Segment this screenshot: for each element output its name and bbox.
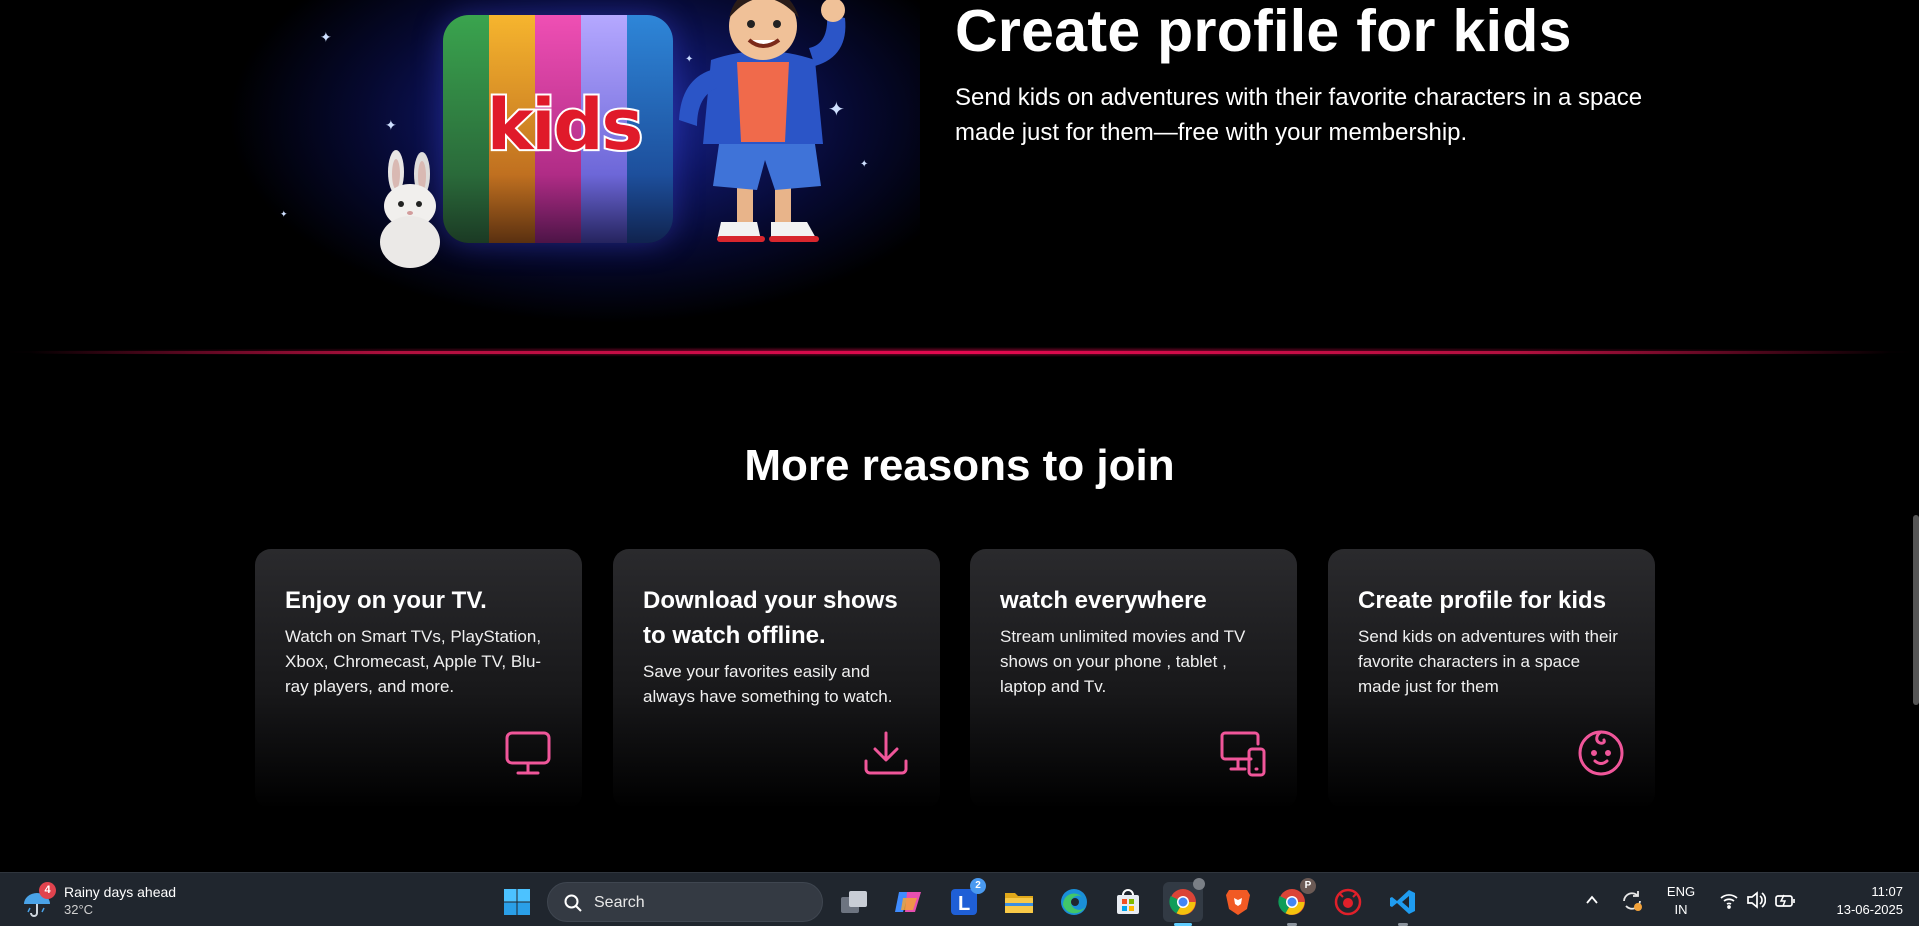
copilot-icon bbox=[895, 892, 921, 912]
windows-taskbar: 4 Rainy days ahead 32°C Search L 2 P ENG… bbox=[0, 872, 1919, 926]
page-scrollbar-thumb[interactable] bbox=[1913, 515, 1919, 705]
copilot-app[interactable] bbox=[888, 882, 928, 922]
notification-badge: 2 bbox=[970, 878, 986, 894]
system-clock[interactable]: 11:07 13-06-2025 bbox=[1808, 883, 1904, 919]
chrome-profile-app[interactable]: P bbox=[1272, 878, 1316, 926]
reason-card-title: Enjoy on your TV. bbox=[285, 587, 487, 614]
chevron-up-icon[interactable] bbox=[1585, 893, 1599, 907]
task-view-button[interactable] bbox=[834, 882, 874, 922]
profile-badge: P bbox=[1300, 878, 1316, 894]
bunny-character bbox=[380, 150, 440, 268]
baby-face-icon bbox=[1578, 730, 1624, 776]
brave-icon bbox=[1226, 890, 1250, 915]
chrome-app[interactable] bbox=[1163, 878, 1205, 926]
search-icon bbox=[564, 894, 582, 912]
reason-card-tv: Enjoy on your TV. Watch on Smart TVs, Pl… bbox=[255, 549, 582, 809]
wifi-icon[interactable] bbox=[1719, 891, 1739, 909]
vscode-icon bbox=[1390, 890, 1415, 914]
language-indicator[interactable]: ENG IN bbox=[1664, 883, 1698, 919]
reason-card-title: watch everywhere bbox=[1000, 587, 1207, 614]
file-explorer-app[interactable] bbox=[999, 882, 1039, 922]
folder-icon bbox=[1005, 893, 1033, 913]
battery-icon[interactable] bbox=[1774, 891, 1796, 909]
reason-card-title: Create profile for kids bbox=[1358, 587, 1607, 614]
reason-card-title: Download your shows to watch offline. bbox=[643, 587, 898, 649]
store-icon bbox=[1117, 889, 1139, 914]
chrome-status-dot bbox=[1193, 878, 1205, 890]
reason-card-everywhere: watch everywhere Stream unlimited movies… bbox=[970, 549, 1297, 809]
svg-text:L: L bbox=[958, 893, 970, 915]
sync-icon[interactable] bbox=[1620, 889, 1644, 913]
reason-card-text: Save your favorites easily and always ha… bbox=[643, 662, 893, 706]
windows-logo-icon bbox=[504, 889, 530, 915]
edge-app[interactable] bbox=[1054, 882, 1094, 922]
weather-title: Rainy days ahead bbox=[64, 884, 177, 900]
download-icon bbox=[864, 731, 908, 775]
store-app[interactable] bbox=[1108, 882, 1148, 922]
reason-card-text: Watch on Smart TVs, PlayStation, Xbox, C… bbox=[285, 627, 542, 696]
clock-date: 13-06-2025 bbox=[1836, 902, 1904, 917]
kids-hero-image: ✦ ✦ ✦ ✦ ✦ ✦ ✦ kids bbox=[230, 0, 920, 340]
kids-logo-text: kids bbox=[485, 83, 645, 167]
chrome-icon bbox=[1169, 889, 1196, 915]
language-code: ENG bbox=[1666, 884, 1696, 899]
reason-card-kids: Create profile for kids Send kids on adv… bbox=[1328, 549, 1655, 809]
hero-title: Create profile for kids bbox=[955, 0, 1572, 64]
weather-widget[interactable]: 4 Rainy days ahead 32°C bbox=[20, 882, 220, 920]
brave-app[interactable] bbox=[1218, 882, 1258, 922]
edge-icon bbox=[1061, 889, 1087, 915]
boy-character bbox=[679, 0, 846, 242]
l-app[interactable]: L 2 bbox=[944, 878, 986, 922]
devices-icon bbox=[1220, 731, 1266, 777]
reasons-section-title: More reasons to join bbox=[744, 441, 1175, 490]
section-divider bbox=[30, 351, 1889, 354]
volume-icon[interactable] bbox=[1746, 891, 1766, 909]
task-view-icon bbox=[841, 891, 867, 913]
red-app[interactable] bbox=[1328, 882, 1368, 922]
vscode-app[interactable] bbox=[1383, 882, 1423, 926]
reason-card-text: Send kids on adventures with their favor… bbox=[1358, 627, 1618, 696]
taskbar-search[interactable]: Search bbox=[547, 882, 823, 922]
reason-card-download: Download your shows to watch offline. Sa… bbox=[613, 549, 940, 809]
reason-card-text: Stream unlimited movies and TV shows on … bbox=[1000, 627, 1246, 696]
bug-icon bbox=[1334, 888, 1362, 916]
region-code: IN bbox=[1674, 902, 1688, 917]
weather-temp: 32°C bbox=[64, 902, 94, 917]
star-icon: ✦ bbox=[280, 209, 288, 219]
star-icon: ✦ bbox=[320, 29, 332, 45]
search-label: Search bbox=[594, 894, 645, 911]
clock-time: 11:07 bbox=[1871, 884, 1903, 899]
star-icon: ✦ bbox=[385, 117, 397, 133]
browser-viewport: ✦ ✦ ✦ ✦ ✦ ✦ ✦ kids bbox=[0, 0, 1919, 872]
tv-icon bbox=[505, 731, 551, 775]
weather-badge: 4 bbox=[39, 882, 56, 899]
start-button[interactable] bbox=[497, 882, 537, 922]
hero-description: Send kids on adventures with their favor… bbox=[955, 84, 1643, 146]
